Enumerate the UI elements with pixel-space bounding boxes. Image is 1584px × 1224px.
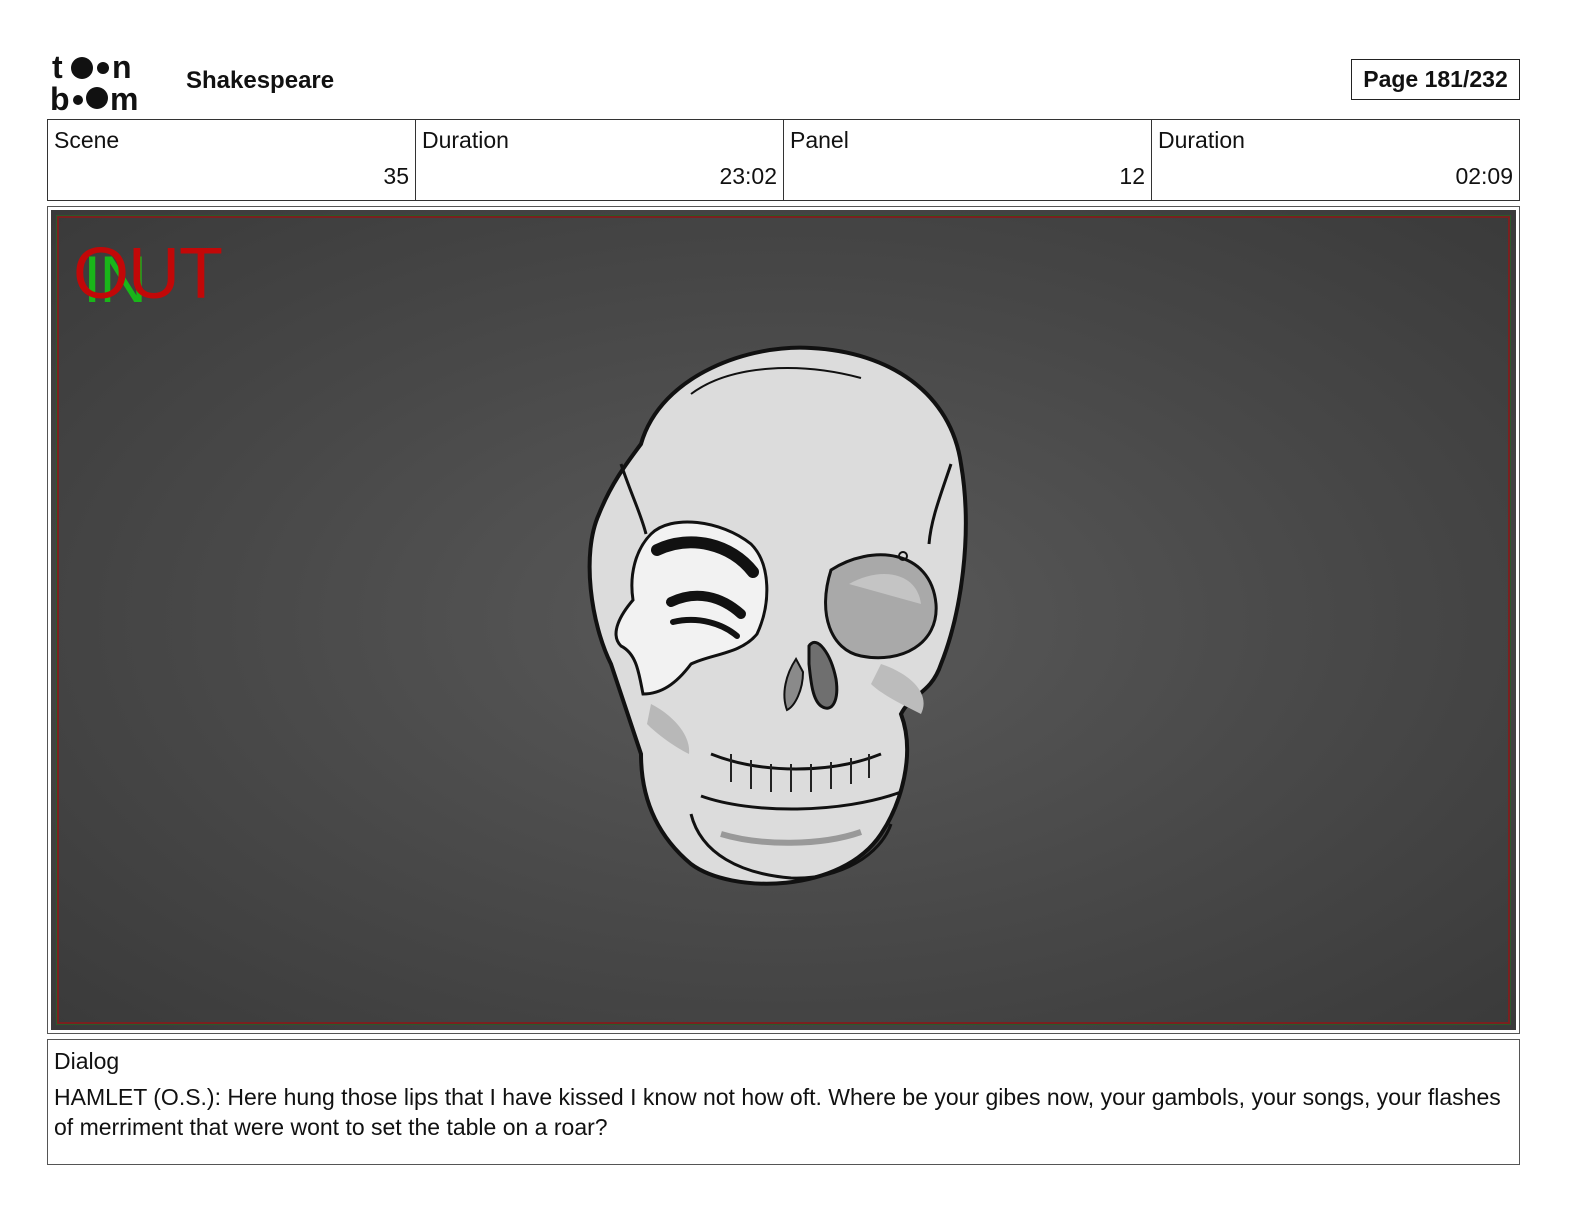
panel-duration-value: 02:09 xyxy=(1455,163,1513,189)
svg-text:m: m xyxy=(110,81,138,112)
scene-value: 35 xyxy=(383,163,409,189)
scene-duration-label: Duration xyxy=(422,127,509,153)
panel-duration-label: Duration xyxy=(1158,127,1245,153)
svg-text:b: b xyxy=(50,81,70,112)
page-number-badge: Page 181/232 xyxy=(1351,59,1520,100)
scene-cell: Scene 35 xyxy=(48,120,416,200)
skull-drawing xyxy=(587,345,968,886)
panel-cell: Panel 12 xyxy=(784,120,1152,200)
project-title: Shakespeare xyxy=(186,67,335,94)
scene-duration-cell: Duration 23:02 xyxy=(416,120,784,200)
scene-label: Scene xyxy=(54,127,120,153)
panel-image: IN OUT xyxy=(51,210,1516,1030)
in-out-marker: IN OUT xyxy=(73,234,253,314)
panel-label: Panel xyxy=(790,127,849,153)
storyboard-panel-frame: IN OUT xyxy=(47,206,1520,1034)
panel-duration-cell: Duration 02:09 xyxy=(1152,120,1519,200)
out-marker: OUT xyxy=(73,234,223,314)
dialog-text: HAMLET (O.S.): Here hung those lips that… xyxy=(54,1084,1501,1140)
dialog-label: Dialog xyxy=(54,1048,120,1074)
scene-info-row: Scene 35 Duration 23:02 Panel 12 Duratio… xyxy=(47,119,1520,201)
panel-value: 12 xyxy=(1119,163,1145,189)
toon-boom-logo: t n b m xyxy=(50,50,138,112)
dialog-box: Dialog HAMLET (O.S.): Here hung those li… xyxy=(47,1039,1520,1165)
svg-text:t: t xyxy=(52,50,63,85)
svg-text:n: n xyxy=(112,50,132,85)
scene-duration-value: 23:02 xyxy=(719,163,777,189)
